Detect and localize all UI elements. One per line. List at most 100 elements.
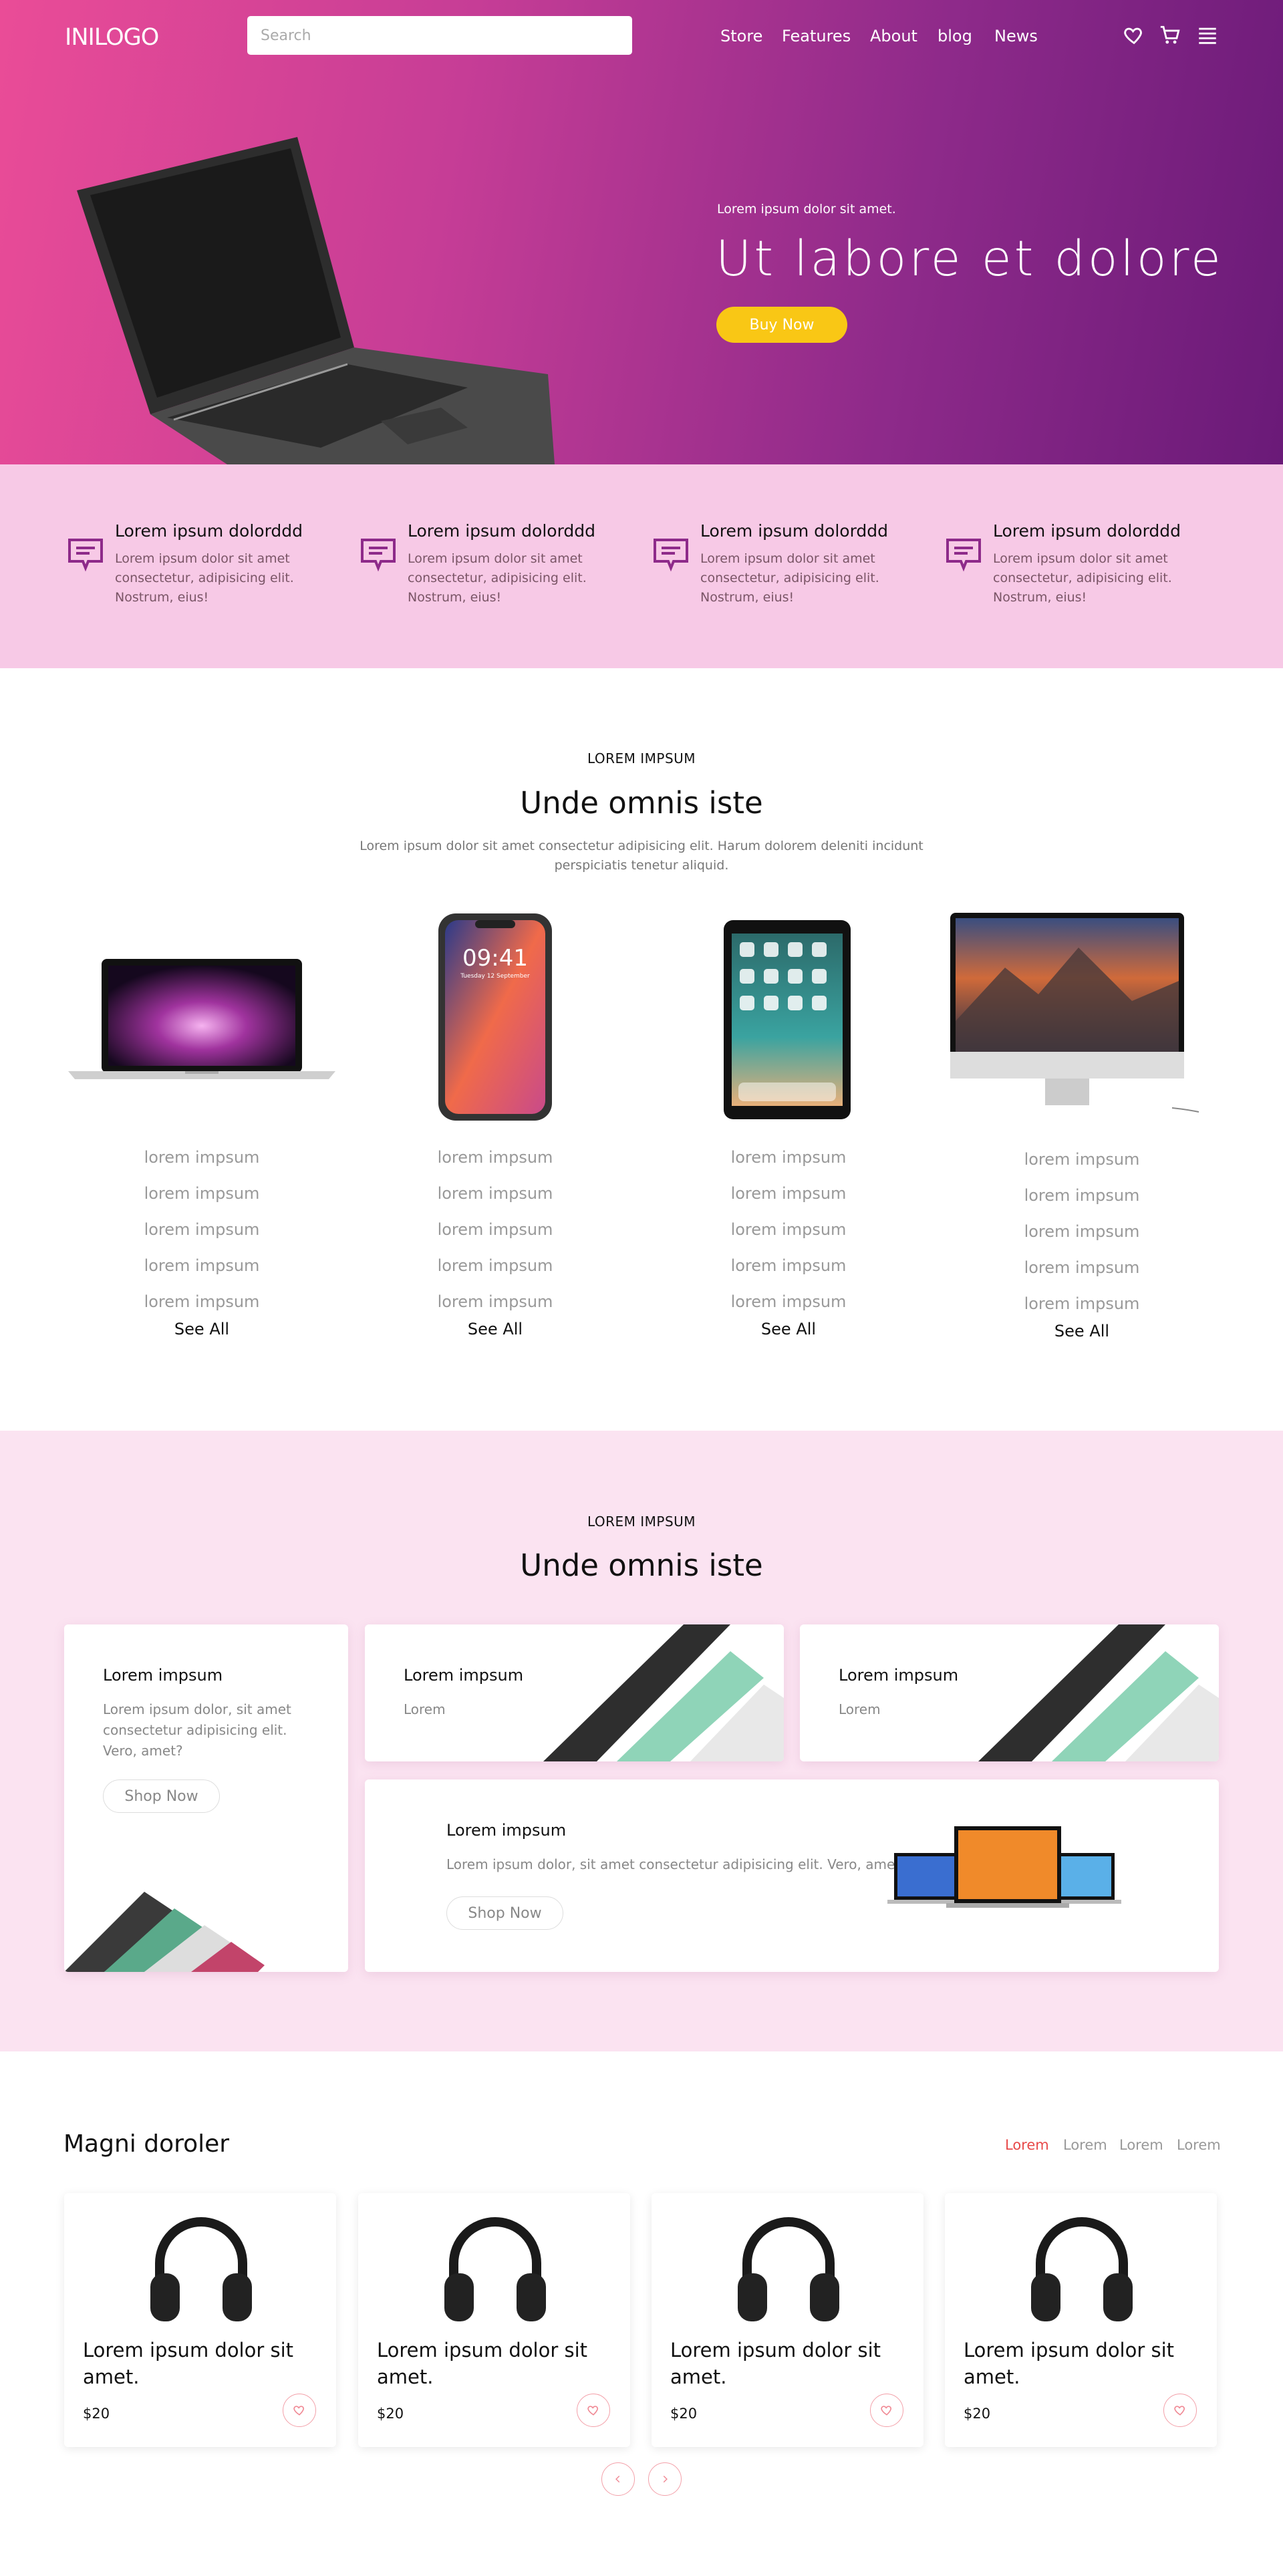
- product-link[interactable]: lorem impsum: [945, 1250, 1219, 1286]
- chevron-left-icon: [615, 2475, 620, 2483]
- see-all-link[interactable]: See All: [358, 1320, 632, 1338]
- tab-lorem-3[interactable]: Lorem: [1119, 2137, 1163, 2153]
- section-title: Unde omnis iste: [520, 785, 763, 821]
- shop-title: Magni doroler: [63, 2130, 230, 2158]
- product-link[interactable]: lorem impsum: [65, 1211, 339, 1248]
- product-link[interactable]: lorem impsum: [652, 1211, 925, 1248]
- favorite-button[interactable]: [1163, 2394, 1197, 2427]
- see-all-link[interactable]: See All: [652, 1320, 925, 1338]
- promo-card-text: Lorem ipsum dolor, sit amet consectetur …: [103, 1701, 291, 1759]
- shop-now-button[interactable]: Shop Now: [103, 1779, 220, 1813]
- product-link[interactable]: lorem impsum: [652, 1284, 925, 1320]
- feature-title: Lorem ipsum dolorddd: [700, 521, 889, 541]
- prev-button[interactable]: [601, 2462, 635, 2496]
- shop-now-button[interactable]: Shop Now: [446, 1896, 563, 1930]
- nav-news[interactable]: News: [994, 27, 1038, 45]
- message-icon: [361, 539, 396, 572]
- hero-title: Ut labore et dolore: [716, 231, 1224, 287]
- phones-image: [978, 1624, 1219, 1761]
- favorite-button[interactable]: [577, 2394, 610, 2427]
- next-button[interactable]: [648, 2462, 682, 2496]
- tab-lorem-4[interactable]: Lorem: [1177, 2137, 1221, 2153]
- product-link[interactable]: lorem impsum: [65, 1248, 339, 1284]
- heart-icon[interactable]: [1123, 24, 1145, 47]
- tab-lorem-2[interactable]: Lorem: [1063, 2137, 1107, 2153]
- see-all-link[interactable]: See All: [65, 1320, 339, 1338]
- product-price: $20: [964, 2406, 991, 2422]
- search-input[interactable]: [247, 16, 632, 55]
- hero-section: INILOGO Store Features About blog News L…: [0, 0, 1283, 464]
- menu-icon[interactable]: [1196, 24, 1219, 47]
- tablet-image[interactable]: [652, 905, 925, 1126]
- cart-icon[interactable]: [1159, 24, 1181, 47]
- product-link[interactable]: lorem impsum: [358, 1248, 632, 1284]
- product-link[interactable]: lorem impsum: [652, 1175, 925, 1211]
- feature-text: Lorem ipsum dolor sit amet consectetur, …: [700, 551, 879, 605]
- product-card[interactable]: Lorem ipsum dolor sit amet. $20: [652, 2193, 923, 2447]
- promo-card-wide[interactable]: Lorem impsum Lorem ipsum dolor, sit amet…: [365, 1779, 1219, 1972]
- section-title: Unde omnis iste: [520, 1548, 763, 1583]
- favorite-button[interactable]: [870, 2394, 903, 2427]
- product-card[interactable]: Lorem ipsum dolor sit amet. $20: [945, 2193, 1217, 2447]
- product-link[interactable]: lorem impsum: [945, 1177, 1219, 1213]
- product-link[interactable]: lorem impsum: [358, 1211, 632, 1248]
- product-price: $20: [83, 2406, 110, 2422]
- promo-card-text: Lorem: [839, 1701, 881, 1717]
- product-card[interactable]: Lorem ipsum dolor sit amet. $20: [64, 2193, 336, 2447]
- buy-now-button[interactable]: Buy Now: [716, 307, 847, 343]
- product-link[interactable]: lorem impsum: [652, 1248, 925, 1284]
- promo-card-mid[interactable]: Lorem impsum Lorem: [365, 1624, 784, 1761]
- product-name: Lorem ipsum dolor sit amet.: [377, 2339, 588, 2388]
- phone-time: 09:41: [462, 945, 528, 972]
- heart-icon: [587, 2406, 598, 2416]
- promo-card-text: Lorem: [404, 1701, 446, 1717]
- feature-text: Lorem ipsum dolor sit amet consectetur, …: [993, 551, 1172, 605]
- hero-laptop-image: [77, 137, 555, 464]
- nav-features[interactable]: Features: [782, 27, 851, 45]
- promo-card-tall[interactable]: Lorem impsum Lorem ipsum dolor, sit amet…: [64, 1624, 348, 1972]
- feature-title: Lorem ipsum dolorddd: [408, 521, 596, 541]
- nav-blog[interactable]: blog: [938, 27, 972, 45]
- desktop-image[interactable]: [945, 907, 1219, 1128]
- phone-date: Tuesday 12 September: [460, 973, 530, 980]
- section-tag: LOREM IMPSUM: [587, 1514, 696, 1530]
- product-link[interactable]: lorem impsum: [65, 1175, 339, 1211]
- phones-image: [543, 1624, 784, 1761]
- phone-image[interactable]: 09:41 Tuesday 12 September: [358, 905, 632, 1126]
- promo-card-text: Lorem ipsum dolor, sit amet consectetur …: [446, 1856, 907, 1872]
- product-link[interactable]: lorem impsum: [358, 1139, 632, 1175]
- product-link[interactable]: lorem impsum: [65, 1139, 339, 1175]
- product-link[interactable]: lorem impsum: [652, 1139, 925, 1175]
- product-link[interactable]: lorem impsum: [358, 1284, 632, 1320]
- headphones-image: [1031, 2217, 1133, 2321]
- phones-image: [64, 1892, 265, 1972]
- promo-card-title: Lorem impsum: [446, 1821, 567, 1840]
- section-tag: LOREM IMPSUM: [587, 750, 696, 766]
- chevron-right-icon: [663, 2475, 668, 2483]
- nav-about[interactable]: About: [870, 27, 917, 45]
- see-all-link[interactable]: See All: [945, 1322, 1219, 1340]
- logo[interactable]: INILOGO: [65, 24, 159, 51]
- promo-card-right[interactable]: Lorem impsum Lorem: [800, 1624, 1219, 1761]
- laptops-image: [887, 1826, 1121, 1908]
- promo-card-title: Lorem impsum: [404, 1666, 524, 1685]
- product-name: Lorem ipsum dolor sit amet.: [83, 2339, 294, 2388]
- section-description: Lorem ipsum dolor sit amet consectetur a…: [360, 839, 923, 873]
- tab-lorem-1[interactable]: Lorem: [1005, 2137, 1049, 2153]
- headphones-image: [150, 2217, 252, 2321]
- hero-subtitle: Lorem ipsum dolor sit amet.: [717, 202, 896, 217]
- favorite-button[interactable]: [283, 2394, 316, 2427]
- feature-text: Lorem ipsum dolor sit amet consectetur, …: [115, 551, 294, 605]
- laptop-image[interactable]: [65, 905, 339, 1126]
- product-link[interactable]: lorem impsum: [945, 1141, 1219, 1177]
- headphones-image: [738, 2217, 839, 2321]
- product-link[interactable]: lorem impsum: [945, 1286, 1219, 1322]
- product-link[interactable]: lorem impsum: [358, 1175, 632, 1211]
- product-link[interactable]: lorem impsum: [945, 1213, 1219, 1250]
- message-icon: [654, 539, 688, 572]
- nav-store[interactable]: Store: [720, 27, 762, 45]
- product-name: Lorem ipsum dolor sit amet.: [670, 2339, 881, 2388]
- heart-icon: [881, 2406, 891, 2416]
- product-link[interactable]: lorem impsum: [65, 1284, 339, 1320]
- product-card[interactable]: Lorem ipsum dolor sit amet. $20: [358, 2193, 630, 2447]
